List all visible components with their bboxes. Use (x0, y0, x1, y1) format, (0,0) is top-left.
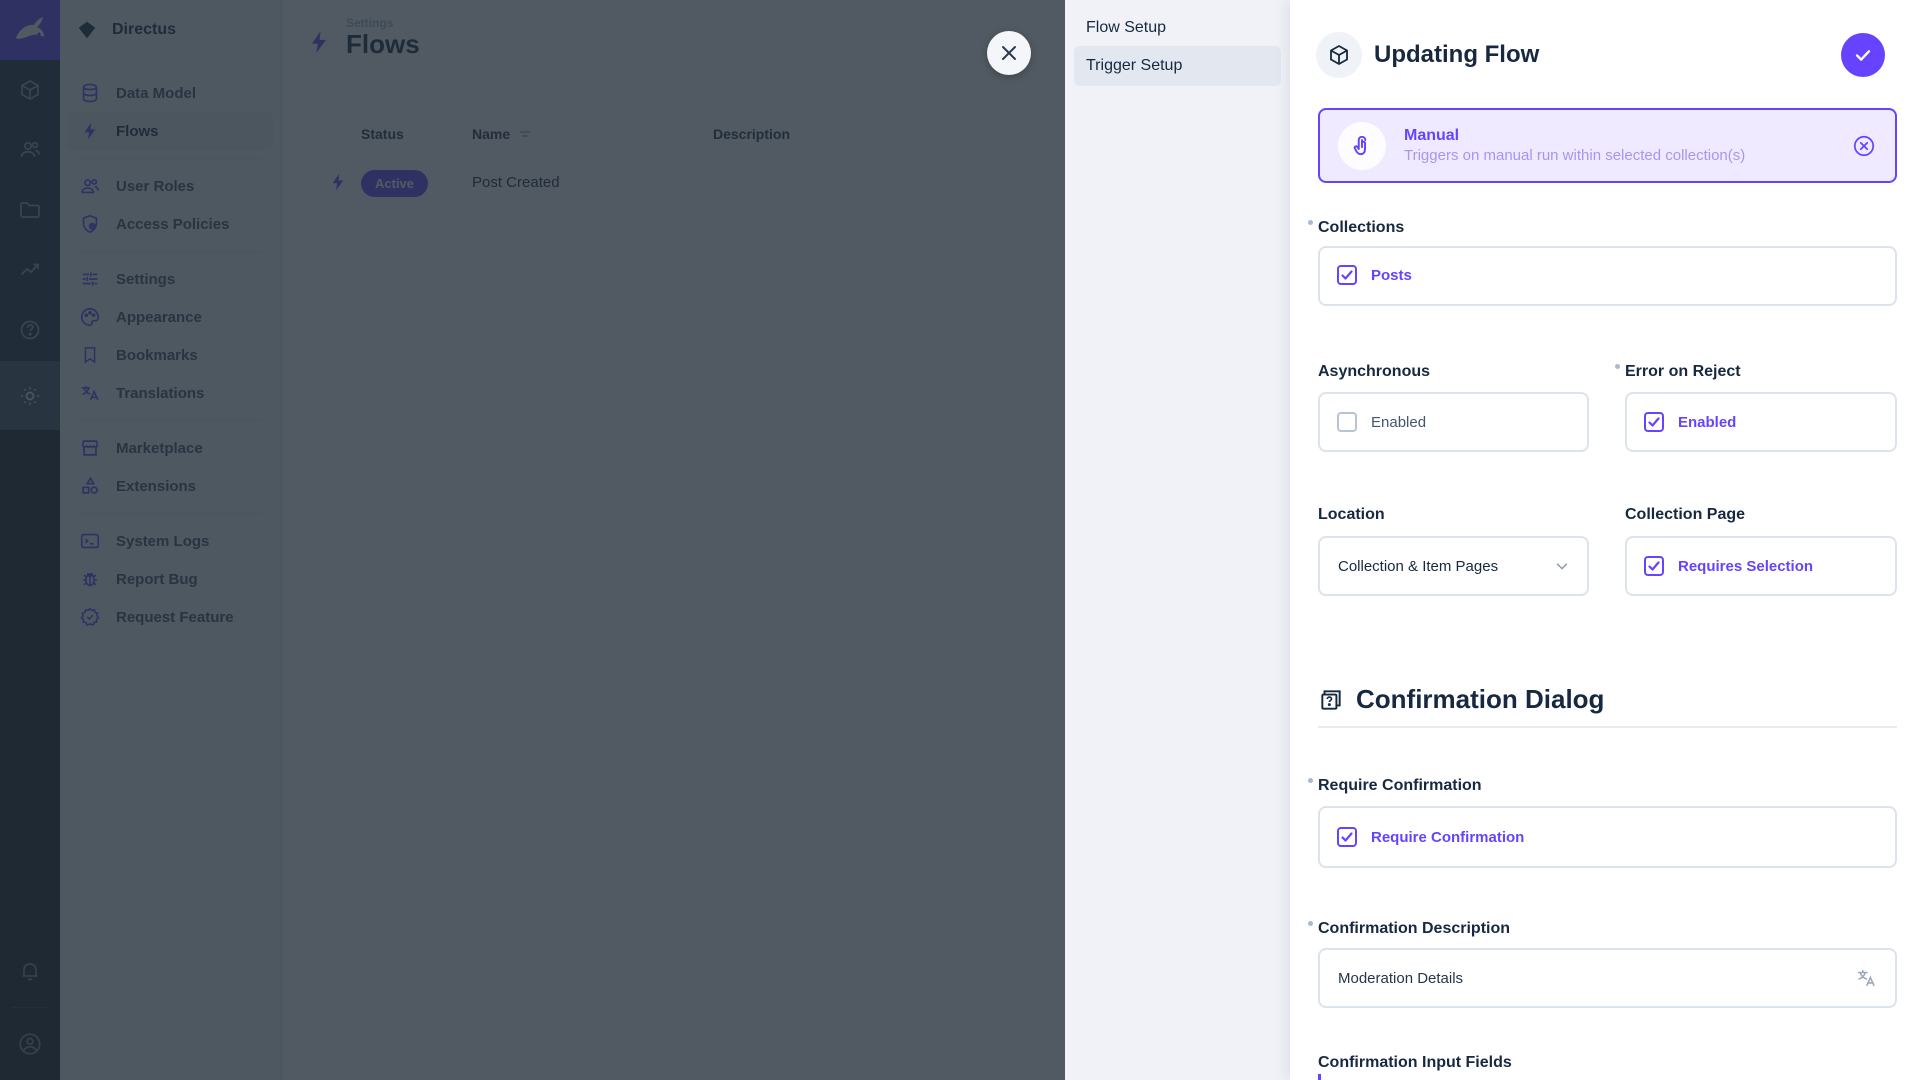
field-label-asynchronous: Asynchronous (1318, 363, 1430, 381)
manual-tap-icon (1338, 122, 1386, 170)
required-dot (1308, 778, 1313, 783)
checkbox-label: Posts (1371, 267, 1412, 284)
chevron-down-icon (1553, 557, 1571, 575)
dim-overlay[interactable] (0, 0, 1065, 1080)
deselect-circle-x-icon[interactable] (1851, 133, 1877, 159)
asynchronous-field[interactable]: Enabled (1318, 392, 1589, 452)
required-dot (1308, 220, 1313, 225)
required-dot (1615, 364, 1620, 369)
field-label-require-confirmation: Require Confirmation (1318, 777, 1482, 795)
drawer-nav-flow-setup[interactable]: Flow Setup (1074, 10, 1281, 46)
field-label-location: Location (1318, 506, 1385, 524)
checkbox-error-enabled[interactable] (1644, 412, 1664, 432)
section-title: Confirmation Dialog (1356, 684, 1604, 715)
collection-page-field[interactable]: Requires Selection (1625, 536, 1897, 596)
dialog-pages-icon (1318, 687, 1344, 713)
collections-field[interactable]: Posts (1318, 246, 1897, 306)
field-label-error-on-reject: Error on Reject (1625, 363, 1741, 381)
checkbox-label: Enabled (1371, 414, 1426, 431)
checkbox-label: Require Confirmation (1371, 829, 1524, 846)
section-divider (1318, 726, 1897, 728)
checkbox-async-enabled[interactable] (1337, 412, 1357, 432)
field-label-confirmation-description: Confirmation Description (1318, 920, 1510, 938)
close-drawer-button[interactable] (987, 31, 1031, 75)
input-value: Moderation Details (1338, 970, 1463, 987)
trigger-subtitle: Triggers on manual run within selected c… (1404, 147, 1833, 164)
translate-icon[interactable] (1855, 967, 1877, 989)
confirmation-description-input[interactable]: Moderation Details (1318, 948, 1897, 1008)
checkbox-require-confirmation[interactable] (1337, 827, 1357, 847)
trigger-card-manual[interactable]: Manual Triggers on manual run within sel… (1318, 108, 1897, 183)
checkbox-label: Enabled (1678, 414, 1736, 431)
trigger-title: Manual (1404, 127, 1833, 145)
required-dot (1308, 921, 1313, 926)
drawer: Updating Flow Manual Triggers on manual … (1290, 0, 1920, 1080)
drawer-nav-trigger-setup[interactable]: Trigger Setup (1074, 46, 1281, 86)
select-value: Collection & Item Pages (1338, 558, 1498, 575)
checkbox-label: Requires Selection (1678, 558, 1813, 575)
close-icon (999, 43, 1019, 63)
checkbox-requires-selection[interactable] (1644, 556, 1664, 576)
location-select[interactable]: Collection & Item Pages (1318, 536, 1589, 596)
field-label-collection-page: Collection Page (1625, 506, 1745, 524)
require-confirmation-field[interactable]: Require Confirmation (1318, 806, 1897, 868)
section-header: Confirmation Dialog (1318, 684, 1604, 715)
checkbox-posts[interactable] (1337, 265, 1357, 285)
field-label-collections: Collections (1318, 219, 1404, 237)
drawer-section-nav: Flow Setup Trigger Setup (1065, 0, 1290, 1080)
list-item-stub (1318, 1074, 1321, 1080)
field-label-confirmation-input-fields: Confirmation Input Fields (1318, 1054, 1512, 1072)
error-on-reject-field[interactable]: Enabled (1625, 392, 1897, 452)
